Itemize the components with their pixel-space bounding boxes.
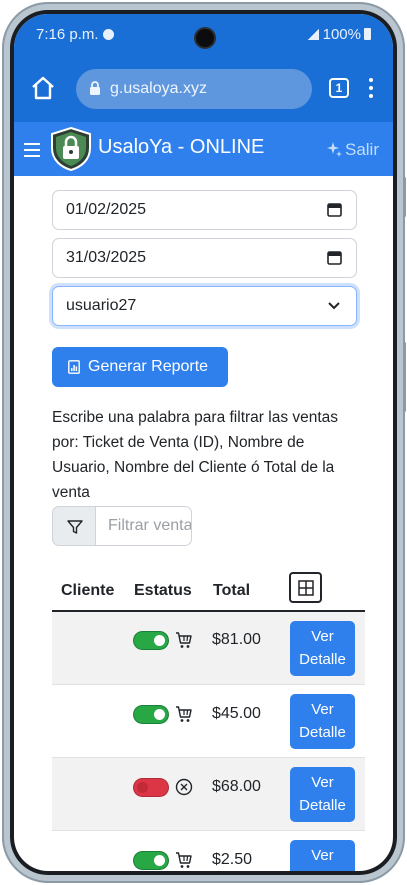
chevron-down-icon [328,302,340,310]
status-time: 7:16 p.m. [36,26,114,43]
spotify-icon [102,29,114,40]
view-detail-button[interactable]: Ver Detalle [290,767,355,822]
table-row: $45.00 Ver Detalle [52,685,365,758]
table-row: $2.50 Ver Detalle [52,831,365,871]
end-date-input[interactable]: 31/03/2025 [52,238,357,278]
logout-button[interactable]: Salir [326,140,379,160]
tab-switcher-button[interactable]: 1 [329,78,349,98]
filter-group: Filtrar ventas [52,506,192,546]
user-select[interactable]: usuario27 [52,286,357,326]
cart-icon [176,632,192,648]
generate-report-button[interactable]: Generar Reporte [52,347,228,387]
status-toggle[interactable] [134,852,168,869]
report-chart-icon [68,360,80,374]
cart-icon [176,706,192,722]
logout-label: Salir [344,140,379,159]
home-icon[interactable] [30,75,56,101]
calendar-icon[interactable] [327,250,342,265]
status-time-text: 7:16 p.m. [36,26,99,43]
view-detail-button[interactable]: Ver Detalle [290,694,355,749]
browser-menu-icon[interactable] [366,76,376,100]
header-estatus: Estatus [134,582,192,599]
column-toggle-button[interactable] [289,572,322,603]
end-date-value: 31/03/2025 [66,249,147,266]
brand-title: UsaloYa - ONLINE [98,136,265,158]
filter-help-text: Escribe una palabra para filtrar las ven… [52,409,339,501]
header-total: Total [213,582,251,599]
cell-total: $68.00 [212,778,261,795]
hamburger-menu-icon[interactable] [24,143,40,157]
start-date-input[interactable]: 01/02/2025 [52,190,357,230]
cell-total: $81.00 [212,631,261,648]
cell-total: $45.00 [212,705,261,722]
filter-addon [52,506,96,546]
address-field[interactable]: g.usaloya.xyz [76,69,312,109]
view-detail-button[interactable]: Ver Detalle [290,840,355,871]
shield-lock-logo-icon [51,127,91,171]
view-detail-button[interactable]: Ver Detalle [290,621,355,676]
status-toggle[interactable] [134,706,168,723]
battery-icon [364,28,371,40]
status-right: 100% [306,26,371,43]
phone-frame: 7:16 p.m. 100% g.usaloya.xyz 1 UsaloYa -… [2,2,406,883]
table-header: Cliente Estatus Total [52,566,365,612]
cancel-circle-icon [175,778,193,796]
camera-cutout [196,29,214,47]
table-row: $81.00 Ver Detalle [52,612,365,685]
sales-table: Cliente Estatus Total $81.00 Ver Detalle… [52,566,365,871]
generate-report-label: Generar Reporte [88,358,209,375]
status-toggle[interactable] [134,632,168,649]
header-cliente: Cliente [61,582,115,599]
cart-icon [176,852,192,868]
url-text: g.usaloya.xyz [110,80,207,97]
table-row: $68.00 Ver Detalle [52,758,365,831]
page-content: 01/02/2025 31/03/2025 usuario27 Generar … [14,176,393,871]
funnel-icon [67,520,83,534]
app-navbar: UsaloYa - ONLINE Salir [14,122,393,176]
screen: 7:16 p.m. 100% g.usaloya.xyz 1 UsaloYa -… [14,14,393,871]
volume-button [403,177,406,217]
filter-input[interactable]: Filtrar ventas [95,506,192,546]
layout-columns-icon [298,580,314,596]
browser-chrome: 7:16 p.m. 100% g.usaloya.xyz 1 [14,14,393,122]
site-info-icon[interactable] [89,80,101,96]
power-button [403,342,406,412]
start-date-value: 01/02/2025 [66,201,147,218]
url-bar: g.usaloya.xyz 1 [14,67,393,109]
battery-percent: 100% [322,26,361,43]
calendar-icon[interactable] [327,202,342,217]
status-toggle[interactable] [134,779,168,796]
sparkle-icon [326,142,342,157]
phone-bezel: 7:16 p.m. 100% g.usaloya.xyz 1 UsaloYa -… [10,10,397,875]
user-select-value: usuario27 [66,297,137,314]
signal-icon [306,29,319,40]
cell-total: $2.50 [212,851,253,868]
